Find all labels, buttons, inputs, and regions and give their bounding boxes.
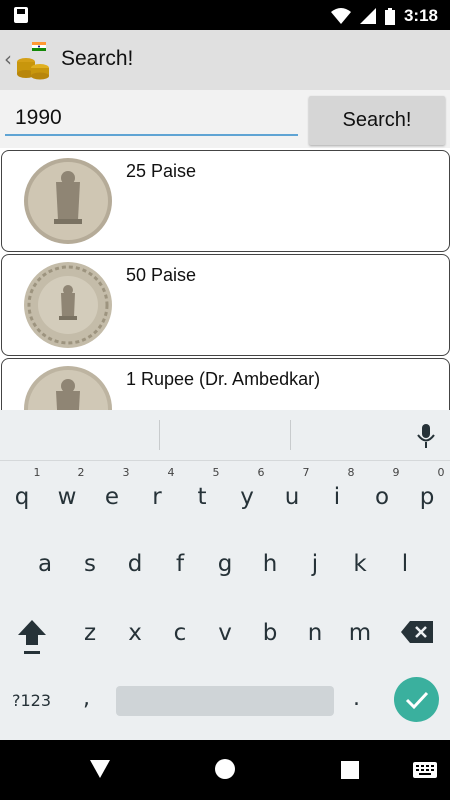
- key-k[interactable]: k: [340, 539, 380, 589]
- backspace-icon[interactable]: [400, 620, 434, 644]
- key-p[interactable]: p: [407, 472, 447, 522]
- key-v[interactable]: v: [205, 608, 245, 658]
- period-key[interactable]: .: [353, 686, 360, 711]
- key-b[interactable]: b: [250, 608, 290, 658]
- shift-icon[interactable]: [16, 618, 48, 656]
- back-icon[interactable]: ‹: [4, 47, 12, 71]
- suggestion-divider: [159, 420, 160, 450]
- navigation-bar: [0, 740, 450, 800]
- page-title: Search!: [61, 47, 134, 70]
- search-button[interactable]: Search!: [309, 96, 445, 145]
- sd-card-icon: [14, 7, 28, 23]
- key-d[interactable]: d: [115, 539, 155, 589]
- suggestion-divider: [290, 420, 291, 450]
- soft-keyboard: 1 2 3 4 5 6 7 8 9 0 q w e r t y u i o p …: [0, 410, 450, 740]
- battery-icon: [384, 7, 395, 25]
- key-q[interactable]: q: [2, 472, 42, 522]
- checkmark-icon: [405, 691, 429, 710]
- coin-image: [24, 158, 112, 244]
- coin-name: 1 Rupee (Dr. Ambedkar): [126, 369, 321, 389]
- key-w[interactable]: w: [47, 472, 87, 522]
- coins-logo-icon[interactable]: [16, 40, 52, 80]
- search-row: Search!: [0, 90, 450, 148]
- space-bar[interactable]: [116, 686, 334, 716]
- key-r[interactable]: r: [137, 472, 177, 522]
- coin-name: 25 Paise: [126, 161, 197, 181]
- key-o[interactable]: o: [362, 472, 402, 522]
- key-g[interactable]: g: [205, 539, 245, 589]
- recents-icon[interactable]: [341, 761, 359, 779]
- results-list: 25 Paise 50 Paise 1 Rupee (Dr. Ambedkar): [0, 150, 450, 410]
- enter-key[interactable]: [394, 677, 439, 722]
- clock: 3:18: [403, 6, 438, 25]
- list-item[interactable]: 50 Paise: [1, 254, 450, 356]
- app-bar: ‹ Search!: [0, 30, 450, 90]
- key-u[interactable]: u: [272, 472, 312, 522]
- coin-image: [24, 366, 112, 410]
- key-x[interactable]: x: [115, 608, 155, 658]
- wifi-icon: [330, 8, 351, 24]
- key-m[interactable]: m: [340, 608, 380, 658]
- key-l[interactable]: l: [385, 539, 425, 589]
- back-triangle-icon[interactable]: [90, 760, 110, 778]
- key-f[interactable]: f: [160, 539, 200, 589]
- comma-key[interactable]: ,: [83, 686, 90, 711]
- coin-name: 50 Paise: [126, 265, 197, 285]
- search-input[interactable]: [5, 102, 298, 136]
- key-h[interactable]: h: [250, 539, 290, 589]
- list-item[interactable]: 25 Paise: [1, 150, 450, 252]
- key-a[interactable]: a: [25, 539, 65, 589]
- coin-image: [24, 262, 112, 348]
- key-y[interactable]: y: [227, 472, 267, 522]
- key-c[interactable]: c: [160, 608, 200, 658]
- key-e[interactable]: e: [92, 472, 132, 522]
- key-j[interactable]: j: [295, 539, 335, 589]
- key-s[interactable]: s: [70, 539, 110, 589]
- key-n[interactable]: n: [295, 608, 335, 658]
- keyboard-switch-icon[interactable]: [413, 762, 437, 778]
- list-item[interactable]: 1 Rupee (Dr. Ambedkar): [1, 358, 450, 410]
- key-t[interactable]: t: [182, 472, 222, 522]
- symbols-key[interactable]: ?123: [12, 691, 51, 710]
- home-icon[interactable]: [215, 759, 235, 779]
- status-bar: 3:18: [0, 0, 450, 30]
- suggestion-strip: [0, 410, 450, 461]
- microphone-icon[interactable]: [417, 424, 435, 448]
- key-i[interactable]: i: [317, 472, 357, 522]
- signal-icon: [359, 8, 376, 24]
- key-z[interactable]: z: [70, 608, 110, 658]
